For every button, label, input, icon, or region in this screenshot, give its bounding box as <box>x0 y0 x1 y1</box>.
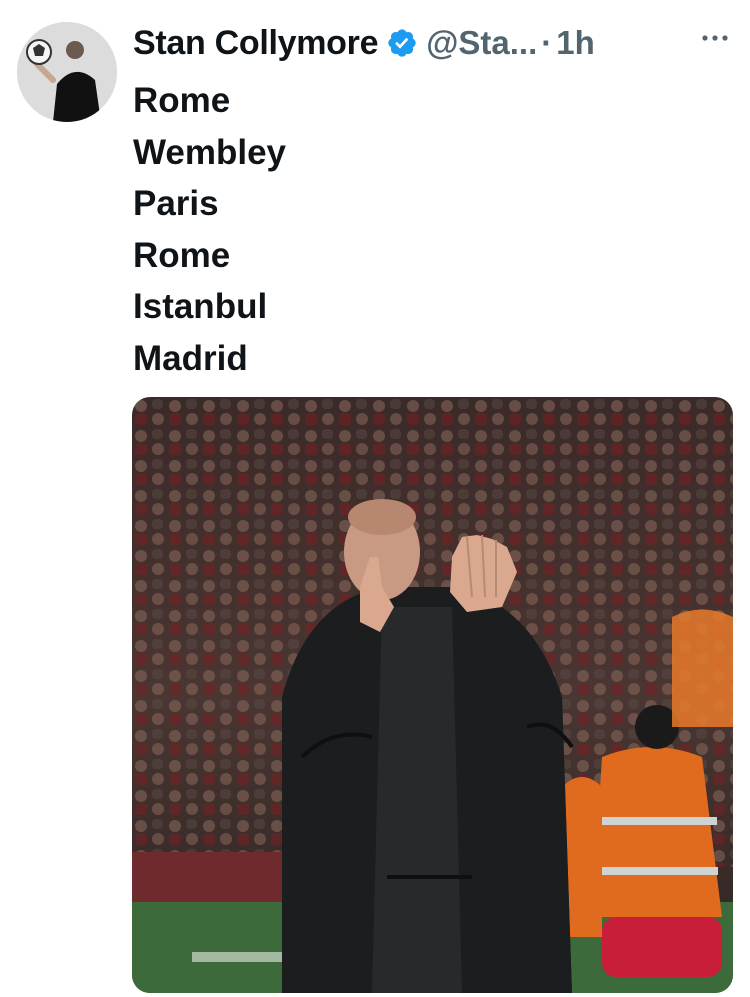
tweet-line: Paris <box>133 184 219 223</box>
tweet-header: Stan Collymore @Sta... · 1h <box>133 18 733 68</box>
timestamp[interactable]: 1h <box>556 24 595 62</box>
tweet-media-photo[interactable] <box>132 397 733 993</box>
tweet-line: Istanbul <box>133 287 268 326</box>
tweet-line: Rome <box>133 81 231 120</box>
tweet-line: Rome <box>133 235 231 275</box>
avatar[interactable] <box>17 22 117 122</box>
author-name[interactable]: Stan Collymore <box>133 24 379 63</box>
more-options-icon[interactable] <box>697 24 733 48</box>
author-handle[interactable]: @Sta... <box>426 24 537 62</box>
tweet-line: Wembley <box>133 132 287 172</box>
tweet[interactable]: Stan Collymore @Sta... · 1h Rome Wembley… <box>0 0 750 997</box>
separator-dot: · <box>541 24 553 61</box>
tweet-text: Rome Wembley Paris Rome Istanbul Madrid <box>133 75 286 384</box>
verified-badge-icon <box>388 29 416 57</box>
tweet-line: Madrid <box>133 338 248 378</box>
